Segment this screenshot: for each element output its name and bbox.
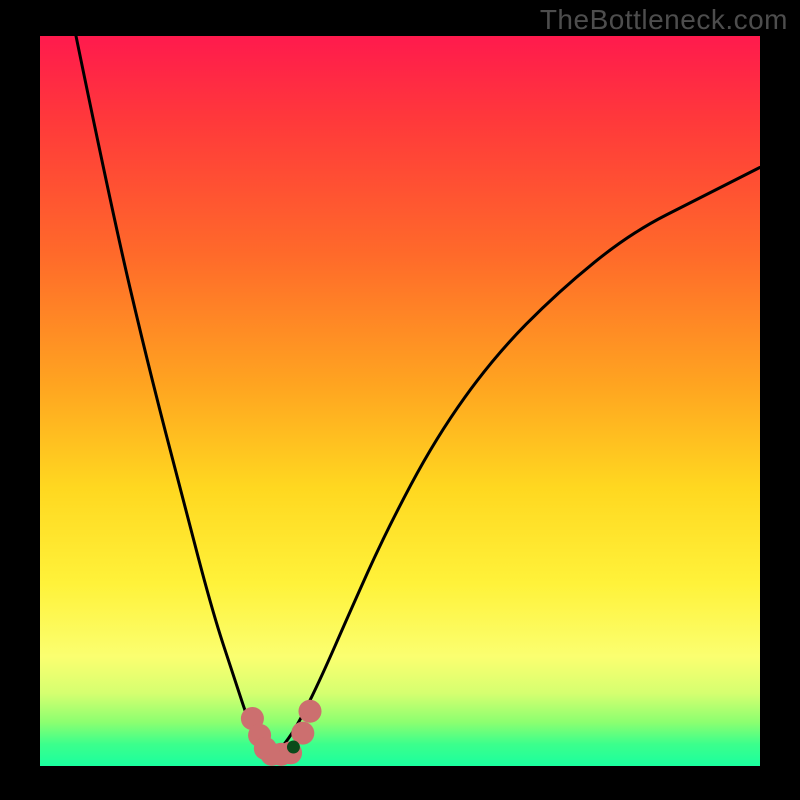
bottleneck-chart	[0, 0, 800, 800]
plot-background	[40, 36, 760, 766]
chart-frame: TheBottleneck.com	[0, 0, 800, 800]
marker-green-dot	[287, 741, 300, 754]
marker-right-bump-2	[298, 700, 321, 723]
watermark-text: TheBottleneck.com	[540, 4, 788, 36]
